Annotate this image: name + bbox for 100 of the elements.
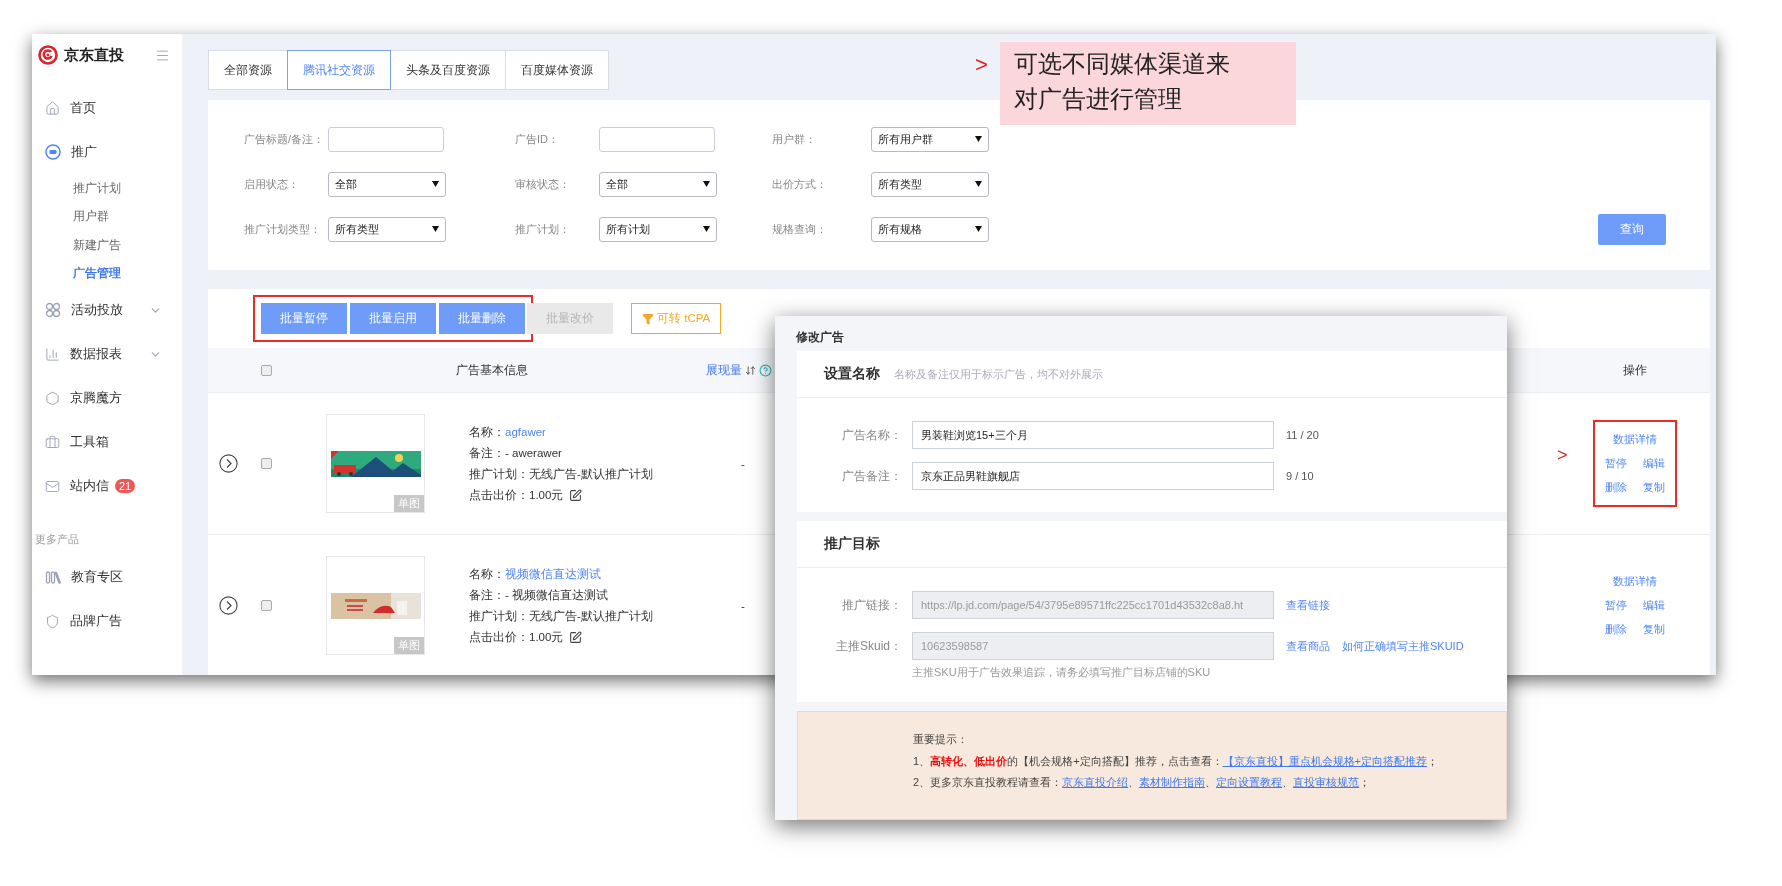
filter-label: 启用状态： [244, 176, 300, 192]
field-label: 主推Skuid： [834, 637, 903, 655]
select-all-checkbox[interactable] [260, 364, 272, 376]
action-link[interactable]: 数据详情 [1613, 574, 1657, 589]
field-help: 主推SKU用于广告效果追踪，请务必填写推广目标店铺的SKU [911, 665, 1212, 680]
filter-select[interactable]: 所有用户群 [871, 126, 989, 152]
action-link[interactable]: 数据详情 [1613, 432, 1657, 447]
filter-select[interactable]: 所有类型 [871, 171, 989, 197]
input-field[interactable]: 男装鞋浏览15+三个月 [912, 421, 1274, 449]
filter-label: 广告标题/备注： [244, 131, 326, 147]
help-icon[interactable] [759, 363, 772, 377]
section-title: 推广目标 [824, 535, 880, 553]
nav-subitem[interactable]: 广告管理 [32, 259, 182, 288]
action-link[interactable]: 暂停 [1605, 456, 1627, 471]
filter-label: 推广计划类型： [244, 221, 322, 237]
info-text: 点击出价：1.00元 [469, 487, 564, 503]
filter-label: 审核状态： [515, 176, 571, 192]
field-label: 广告备注： [841, 467, 903, 485]
sort-icon[interactable] [745, 364, 756, 376]
filter-input[interactable] [599, 126, 715, 152]
briefcase-icon [45, 434, 60, 450]
notice-link[interactable]: 【京东直投】重点机会规格+定向搭配推荐 [1222, 754, 1427, 767]
input-field[interactable]: 京东正品男鞋旗舰店 [912, 462, 1274, 490]
shield-icon [45, 613, 60, 629]
section-title: 设置名称 [824, 365, 880, 383]
nav-item[interactable]: 数据报表 [32, 332, 182, 376]
nav-item[interactable]: 工具箱 [32, 420, 182, 464]
row-checkbox[interactable] [260, 458, 272, 469]
nav-item[interactable]: 活动投放 [32, 288, 182, 332]
column-header[interactable]: 展现量 [706, 362, 742, 378]
nav-item[interactable]: 品牌广告 [32, 599, 182, 643]
action-link[interactable]: 复制 [1643, 480, 1665, 495]
expand-icon[interactable] [218, 454, 238, 473]
nav-item[interactable]: 教育专区 [32, 555, 182, 599]
edit-icon[interactable] [569, 630, 583, 644]
annotation-marker: > [975, 52, 988, 78]
filter-label: 规格查询： [772, 221, 828, 237]
filter-select[interactable]: 所有规格 [871, 216, 989, 242]
logo-icon [38, 45, 58, 65]
action-link[interactable]: 删除 [1605, 480, 1627, 495]
dropdown-caret-icon [703, 226, 710, 232]
notice-link[interactable]: 直投审核规范 [1293, 776, 1360, 788]
notice-line: 1、高转化、低出价的【机会规格+定向搭配】推荐，点击查看：【京东直投】重点机会规格+定向搭配推荐； [913, 753, 1439, 769]
dialog-title: 修改广告 [796, 329, 845, 346]
query-button[interactable]: 查询 [1598, 214, 1666, 245]
row-checkbox[interactable] [260, 600, 272, 611]
section-hint: 名称及备注仅用于标示广告，均不对外展示 [894, 366, 1103, 382]
tcpa-button[interactable]: 可转 tCPA [631, 303, 722, 334]
source-tab[interactable]: 腾讯社交资源 [287, 50, 391, 90]
name-link[interactable]: agfawer [505, 425, 546, 438]
char-counter: 11 / 20 [1286, 429, 1319, 441]
filter-select[interactable]: 全部 [328, 171, 446, 197]
source-tab[interactable]: 头条及百度资源 [390, 50, 506, 90]
source-tab[interactable]: 百度媒体资源 [505, 50, 609, 90]
notice-link[interactable]: 素材制作指南 [1139, 776, 1206, 788]
notice-title: 重要提示： [913, 732, 969, 747]
nav-subitem[interactable]: 新建广告 [32, 231, 182, 260]
batch-button[interactable]: 批量删除 [439, 303, 525, 334]
unread-badge: 21 [115, 479, 136, 493]
info-text: 推广计划：无线广告-默认推广计划 [469, 608, 653, 624]
action-link[interactable]: 暂停 [1605, 598, 1627, 613]
impressions-value: - [740, 457, 745, 470]
info-text: 名称：agfawer [469, 424, 546, 440]
filter-label: 用户群： [772, 131, 817, 147]
dropdown-caret-icon [703, 181, 710, 187]
action-link[interactable]: 复制 [1643, 622, 1665, 637]
nav-item[interactable]: 首页 [32, 86, 182, 130]
source-tab[interactable]: 全部资源 [208, 50, 288, 90]
dropdown-caret-icon [975, 136, 982, 142]
action-link[interactable]: 删除 [1605, 622, 1627, 637]
char-counter: 9 / 10 [1286, 470, 1314, 482]
action-link[interactable]: 编辑 [1643, 456, 1665, 471]
annotation-note: 可选不同媒体渠道来 对广告进行管理 [1000, 42, 1296, 125]
name-link[interactable]: 视频微信直达测试 [505, 567, 601, 580]
nav-item[interactable]: 推广 [32, 130, 182, 174]
notice-link[interactable]: 京东直投介绍 [1062, 776, 1129, 788]
nav-subitem[interactable]: 推广计划 [32, 174, 182, 203]
filter-select[interactable]: 所有计划 [599, 216, 717, 242]
column-header: 操作 [1623, 362, 1647, 378]
section-label: 更多产品 [34, 532, 80, 547]
filter-icon [642, 312, 654, 325]
info-text: 备注：- awerawer [469, 445, 562, 461]
bar-chart-icon [45, 346, 60, 362]
dropdown-caret-icon [975, 181, 982, 187]
nav-item[interactable]: 京腾魔方 [32, 376, 182, 420]
batch-button[interactable]: 批量启用 [350, 303, 436, 334]
filter-input[interactable] [328, 126, 444, 152]
nav-subitem[interactable]: 用户群 [32, 202, 182, 231]
filter-select[interactable]: 所有类型 [328, 216, 446, 242]
annotation-marker: > [1557, 444, 1568, 466]
filter-select[interactable]: 全部 [599, 171, 717, 197]
edit-icon[interactable] [569, 488, 583, 502]
action-link[interactable]: 编辑 [1643, 598, 1665, 613]
field-label: 推广链接： [841, 596, 903, 614]
mail-icon [45, 478, 60, 494]
expand-icon[interactable] [218, 596, 238, 615]
nav-item[interactable]: 站内信 21 [32, 464, 182, 508]
batch-button[interactable]: 批量暂停 [261, 303, 347, 334]
menu-icon[interactable] [155, 47, 170, 63]
column-header: 广告基本信息 [455, 362, 528, 378]
